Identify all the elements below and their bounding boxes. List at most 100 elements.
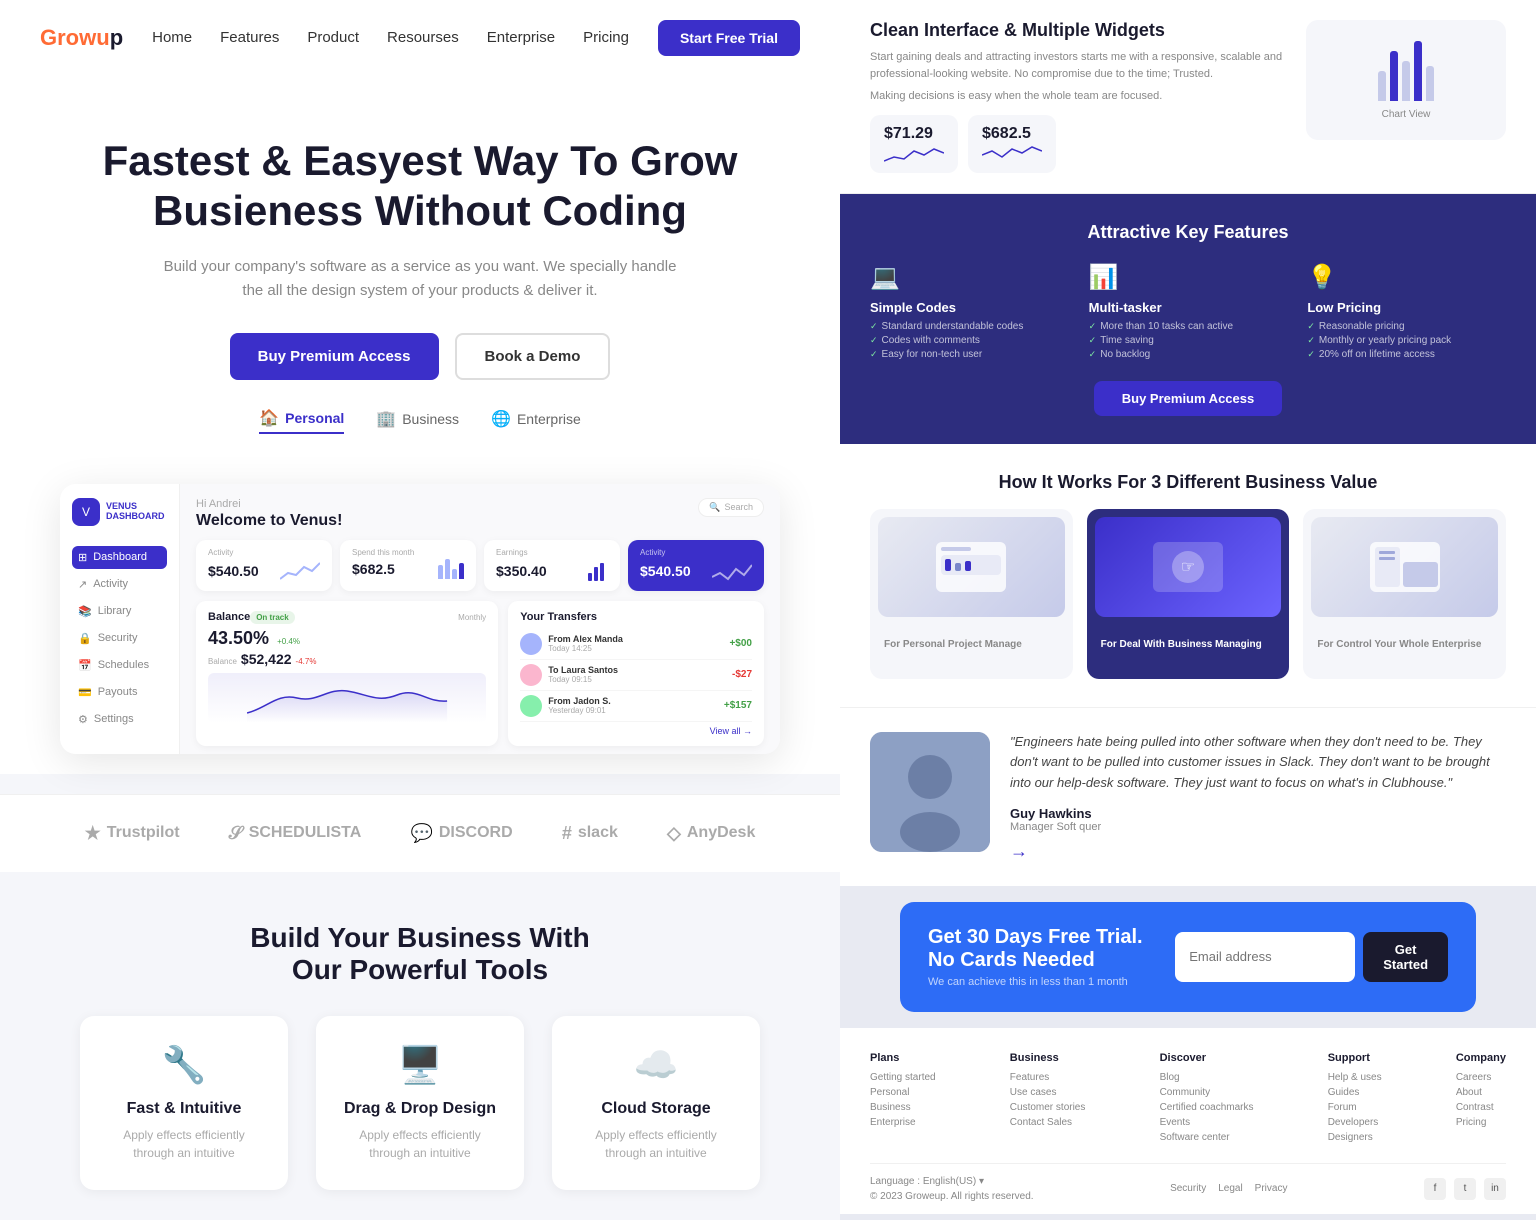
cta-email-input[interactable] (1175, 932, 1355, 982)
dash-menu-settings[interactable]: ⚙ Settings (72, 708, 167, 731)
footer-bottom-left: Language : English(US) ▾ © 2023 Groweup.… (870, 1176, 1034, 1202)
footer-legal-link[interactable]: Legal (1218, 1183, 1242, 1194)
dash-menu-schedules[interactable]: 📅 Schedules (72, 654, 167, 677)
business-icon: 🏢 (376, 409, 396, 429)
avatar-jadon (520, 695, 542, 717)
transfer-item-2: To Laura Santos Today 09:15 -$27 (520, 660, 752, 691)
transfer-item-1: From Alex Manda Today 14:25 +$00 (520, 629, 752, 660)
balance-chart (208, 673, 486, 723)
testimonial-section: "Engineers hate being pulled into other … (840, 707, 1536, 886)
dash-logo-icon: V (72, 498, 100, 526)
nav-features[interactable]: Features (220, 29, 279, 47)
mini-card-1: $71.29 (870, 115, 958, 173)
partner-schedulista: 𝒮 SCHEDULISTA (229, 823, 362, 844)
mini-chart-1 (884, 143, 944, 163)
footer-col-business: Business Features Use cases Customer sto… (1010, 1052, 1086, 1147)
logo-accent: u (96, 25, 109, 50)
cta-wrapper: Get 30 Days Free Trial. No Cards Needed … (840, 886, 1536, 1028)
kf-multitasker: 📊 Multi-tasker More than 10 tasks can ac… (1089, 263, 1288, 363)
footer-col-support: Support Help & uses Guides Forum Develop… (1328, 1052, 1382, 1147)
hiw-visual-personal (878, 517, 1065, 617)
dash-menu-security[interactable]: 🔒 Security (72, 627, 167, 650)
testimonial-arrow[interactable]: → (1010, 841, 1506, 862)
feature-drag: 🖥️ Drag & Drop Design Apply effects effi… (316, 1016, 524, 1190)
hiw-enterprise: For Control Your Whole Enterprise (1303, 509, 1506, 679)
dash-stat-activity: Activity $540.50 (196, 540, 332, 591)
nav-pricing[interactable]: Pricing (583, 29, 629, 47)
dash-title: Welcome to Venus! (196, 512, 764, 530)
partner-discord: 💬 DISCORD (410, 823, 512, 844)
dash-menu-activity[interactable]: ↗ Activity (72, 573, 167, 596)
dash-transfers: Your Transfers From Alex Manda Today 14:… (508, 601, 764, 746)
dash-menu-payouts[interactable]: 💳 Payouts (72, 681, 167, 704)
footer: Plans Getting started Personal Business … (840, 1028, 1536, 1214)
kf-list-pricing: Reasonable pricing Monthly or yearly pri… (1307, 321, 1506, 360)
kf-buy-button[interactable]: Buy Premium Access (1094, 381, 1282, 416)
dash-menu-library[interactable]: 📚 Library (72, 600, 167, 623)
logo-text: Grow (40, 25, 96, 50)
features-title: Build Your Business With Our Powerful To… (80, 922, 760, 986)
bar-chart-spend (438, 559, 464, 579)
partner-anydesk: ◇ AnyDesk (667, 823, 755, 844)
footer-security-link[interactable]: Security (1170, 1183, 1206, 1194)
dash-stat-activity2: Activity $540.50 (628, 540, 764, 591)
feature-cloud: ☁️ Cloud Storage Apply effects efficient… (552, 1016, 760, 1190)
cta-submit-button[interactable]: Get Started (1363, 932, 1448, 982)
nav-enterprise[interactable]: Enterprise (487, 29, 555, 47)
twitter-icon[interactable]: t (1454, 1178, 1476, 1200)
dash-sidebar: V VENUSDASHBOARD ⊞ Dashboard ↗ Activity … (60, 484, 180, 754)
kf-simple-codes: 💻 Simple Codes Standard understandable c… (870, 263, 1069, 363)
nav-home[interactable]: Home (152, 29, 192, 47)
dash-body: Balance On track Monthly 43.50% +0.4% Ba… (196, 601, 764, 746)
cta-form: Get Started (1175, 932, 1448, 982)
testimonial-avatar (870, 732, 990, 852)
dash-search[interactable]: 🔍 Search (698, 498, 764, 517)
tab-personal[interactable]: 🏠 Personal (259, 408, 344, 434)
footer-col-company: Company Careers About Contrast Pricing (1456, 1052, 1506, 1147)
book-demo-button[interactable]: Book a Demo (455, 333, 611, 380)
avatar-alex (520, 633, 542, 655)
widget-bar-chart (1378, 41, 1434, 101)
start-free-trial-button[interactable]: Start Free Trial (658, 20, 800, 56)
view-all-link[interactable]: View all → (520, 726, 752, 736)
how-it-works-section: How It Works For 3 Different Business Va… (840, 444, 1536, 707)
dash-logo: V VENUSDASHBOARD (72, 498, 167, 526)
dash-balance: Balance On track Monthly 43.50% +0.4% Ba… (196, 601, 498, 746)
footer-privacy-link[interactable]: Privacy (1255, 1183, 1288, 1194)
features-section: Build Your Business With Our Powerful To… (0, 872, 840, 1220)
feature-fast: 🔧 Fast & Intuitive Apply effects efficie… (80, 1016, 288, 1190)
dashboard-mockup: V VENUSDASHBOARD ⊞ Dashboard ↗ Activity … (60, 484, 780, 754)
dash-logo-text: VENUSDASHBOARD (106, 502, 165, 522)
nav-product[interactable]: Product (307, 29, 359, 47)
dash-stat-earnings: Earnings $350.40 (484, 540, 620, 591)
kf-list-multi: More than 10 tasks can active Time savin… (1089, 321, 1288, 360)
sparkline-1 (280, 559, 320, 583)
nav-links: Home Features Product Resourses Enterpri… (152, 29, 629, 47)
widget-text: Clean Interface & Multiple Widgets Start… (870, 20, 1286, 173)
avatar-laura (520, 664, 542, 686)
drag-icon: 🖥️ (340, 1044, 500, 1086)
buy-premium-button[interactable]: Buy Premium Access (230, 333, 439, 380)
svg-text:☞: ☞ (1181, 559, 1195, 576)
dash-menu-dashboard[interactable]: ⊞ Dashboard (72, 546, 167, 569)
kf-icon-codes: 💻 (870, 263, 1069, 292)
dash-welcome: Hi Andrei (196, 498, 764, 510)
dash-stats-row: Activity $540.50 Spend this month $682.5 (196, 540, 764, 591)
hero-buttons: Buy Premium Access Book a Demo (80, 333, 760, 380)
partner-slack: # slack (562, 823, 618, 844)
linkedin-icon[interactable]: in (1484, 1178, 1506, 1200)
right-panel: Clean Interface & Multiple Widgets Start… (840, 0, 1536, 1220)
transfer-item-3: From Jadon S. Yesterday 09:01 +$157 (520, 691, 752, 722)
widget-top: Clean Interface & Multiple Widgets Start… (840, 0, 1536, 194)
nav-resources[interactable]: Resourses (387, 29, 459, 47)
hero-section: Fastest & Easyest Way To Grow Busieness … (0, 76, 840, 484)
tab-enterprise[interactable]: 🌐 Enterprise (491, 408, 581, 434)
enterprise-icon: 🌐 (491, 409, 511, 429)
tab-business[interactable]: 🏢 Business (376, 408, 459, 434)
facebook-icon[interactable]: f (1424, 1178, 1446, 1200)
hiw-personal: For Personal Project Manage (870, 509, 1073, 679)
hiw-business: ☞ For Deal With Business Managing (1087, 509, 1290, 679)
logo[interactable]: Growup (40, 25, 123, 51)
cta-section: Get 30 Days Free Trial. No Cards Needed … (900, 902, 1476, 1012)
hero-headline: Fastest & Easyest Way To Grow Busieness … (80, 136, 760, 237)
